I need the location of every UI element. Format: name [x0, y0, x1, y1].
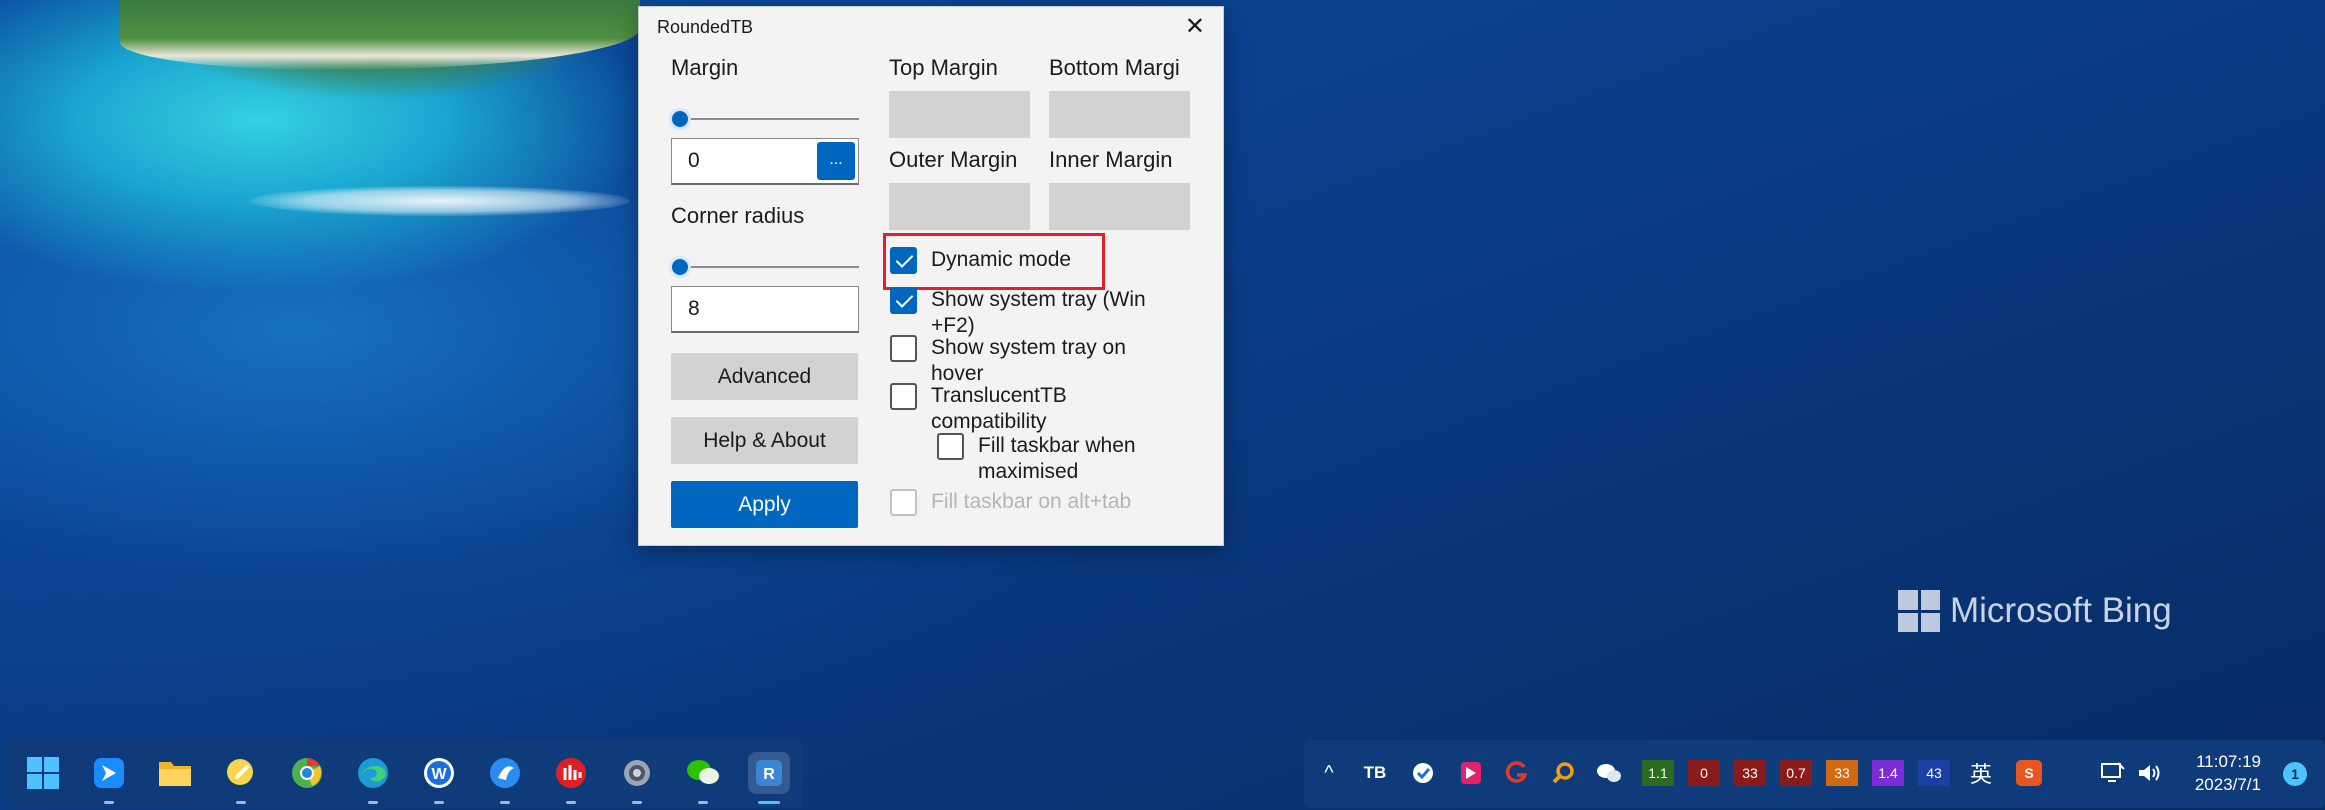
slider-track	[671, 266, 859, 268]
network-icon[interactable]	[2100, 760, 2126, 786]
running-indicator	[566, 801, 576, 804]
wechat-icon[interactable]	[682, 752, 724, 794]
margin-label: Margin	[671, 55, 739, 80]
show-tray-label: Show system tray (Win +F2)	[931, 288, 1146, 337]
close-icon[interactable]: ✕	[1185, 15, 1205, 39]
sogou-icon[interactable]: S	[2016, 760, 2042, 786]
inner-margin-input[interactable]	[1049, 183, 1190, 230]
checkmark-icon[interactable]	[1410, 760, 1436, 786]
running-indicator	[632, 801, 642, 804]
running-indicator	[104, 801, 114, 804]
chevron-up-icon[interactable]: ^	[1316, 760, 1342, 786]
margin-more-button[interactable]: ...	[817, 142, 855, 180]
translucenttb-checkbox[interactable]	[890, 383, 917, 410]
monitor-badge[interactable]: 0.7	[1780, 760, 1812, 786]
fill-maximised-label: Fill taskbar when maximised	[978, 434, 1136, 483]
taskbar-apps: W R	[6, 740, 803, 808]
top-margin-input[interactable]	[889, 91, 1030, 138]
monitor-badge[interactable]: 33	[1734, 760, 1766, 786]
active-indicator	[758, 801, 780, 804]
running-indicator	[236, 801, 246, 804]
fill-alt-tab-label: Fill taskbar on alt+tab	[931, 490, 1132, 513]
running-indicator	[500, 801, 510, 804]
edge-icon[interactable]	[352, 752, 394, 794]
system-tray: ^ TB 1.1 0 33 0.7 33 1.4 43 英 S 11:07:19…	[1304, 740, 2325, 808]
running-indicator	[368, 801, 378, 804]
corner-radius-value: 8	[688, 297, 700, 320]
dynamic-mode-checkbox[interactable]	[890, 247, 917, 274]
corner-radius-label: Corner radius	[671, 203, 805, 228]
clock[interactable]: 11:07:19 2023/7/1	[2195, 750, 2261, 796]
start-icon[interactable]	[22, 752, 64, 794]
dialog-title: RoundedTB	[657, 17, 754, 37]
margin-value: 0	[688, 149, 700, 172]
corner-radius-slider[interactable]	[669, 252, 859, 282]
advanced-button[interactable]: Advanced	[671, 353, 858, 400]
bottom-margin-input[interactable]	[1049, 91, 1190, 138]
feishu-icon[interactable]	[88, 752, 130, 794]
reef-wallpaper	[250, 186, 630, 216]
monitor-badge[interactable]: 1.4	[1872, 760, 1904, 786]
tray-hover-label: Show system tray on hover	[931, 336, 1126, 385]
netease-music-icon[interactable]	[550, 752, 592, 794]
roundedtb-dialog: RoundedTB ✕ Margin 0 ... Corner radius 8…	[638, 6, 1224, 546]
top-margin-label: Top Margin	[889, 55, 998, 80]
notes-icon[interactable]	[220, 752, 262, 794]
monitor-badge[interactable]: 0	[1688, 760, 1720, 786]
dynamic-mode-label: Dynamic mode	[931, 248, 1072, 271]
settings-icon[interactable]	[616, 752, 658, 794]
running-indicator	[434, 801, 444, 804]
corner-radius-input[interactable]: 8	[671, 286, 859, 333]
slider-thumb[interactable]	[669, 108, 691, 130]
slider-track	[671, 118, 859, 120]
bookmark-icon[interactable]	[1458, 760, 1484, 786]
file-explorer-icon[interactable]	[154, 752, 196, 794]
bing-watermark: Microsoft Bing	[1898, 590, 2172, 632]
outer-margin-label: Outer Margin	[889, 147, 1018, 172]
monitor-badge[interactable]: 1.1	[1642, 760, 1674, 786]
help-about-button[interactable]: Help & About	[671, 417, 858, 464]
monitor-badge[interactable]: 33	[1826, 760, 1858, 786]
search-tool-icon[interactable]	[1550, 760, 1576, 786]
app-icon[interactable]	[484, 752, 526, 794]
wps-icon[interactable]: W	[418, 752, 460, 794]
outer-margin-input[interactable]	[889, 183, 1030, 230]
volume-icon[interactable]	[2136, 760, 2162, 786]
clock-date: 2023/7/1	[2194, 775, 2261, 794]
clock-time: 11:07:19	[2196, 752, 2261, 771]
slider-thumb[interactable]	[669, 256, 691, 278]
translucenttb-label: TranslucentTB compatibility	[931, 384, 1067, 433]
roundedtb-icon[interactable]: R	[748, 752, 790, 794]
g-app-icon[interactable]	[1504, 760, 1530, 786]
svg-text:W: W	[431, 766, 447, 783]
roundedtb-tray-icon[interactable]: TB	[1362, 760, 1388, 786]
island-wallpaper	[120, 0, 640, 70]
tray-hover-checkbox[interactable]	[890, 335, 917, 362]
fill-maximised-checkbox[interactable]	[937, 433, 964, 460]
margin-input[interactable]: 0 ...	[671, 138, 859, 185]
microsoft-logo-icon	[1898, 590, 1940, 632]
ime-indicator[interactable]: 英	[1968, 760, 1994, 788]
bottom-margin-label: Bottom Margi	[1049, 55, 1180, 80]
wechat-tray-icon[interactable]	[1596, 760, 1622, 786]
fill-alt-tab-checkbox	[890, 489, 917, 516]
inner-margin-label: Inner Margin	[1049, 147, 1173, 172]
chrome-icon[interactable]	[286, 752, 328, 794]
show-tray-checkbox[interactable]	[890, 287, 917, 314]
svg-text:R: R	[763, 766, 775, 783]
margin-slider[interactable]	[669, 104, 859, 134]
running-indicator	[698, 801, 708, 804]
bing-text: Microsoft Bing	[1950, 591, 2172, 630]
apply-button[interactable]: Apply	[671, 481, 858, 528]
notification-badge[interactable]: 1	[2283, 762, 2307, 786]
monitor-badge[interactable]: 43	[1918, 760, 1950, 786]
